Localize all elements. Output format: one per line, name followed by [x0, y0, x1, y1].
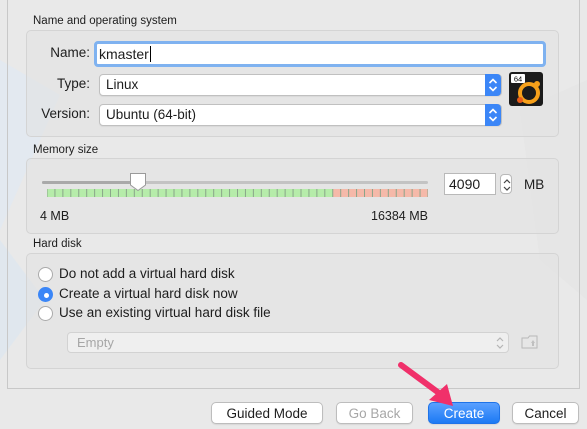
type-select-value: Linux: [106, 77, 139, 92]
memory-slider-track[interactable]: [42, 181, 428, 184]
name-label: Name:: [50, 45, 90, 60]
section-label-hard-disk: Hard disk: [33, 238, 82, 250]
memory-scale-ticks: [47, 189, 428, 197]
section-label-name-os: Name and operating system: [33, 15, 177, 27]
annotation-arrow-icon: [398, 362, 453, 406]
memory-slider-fill: [42, 181, 139, 184]
radio-button[interactable]: [38, 306, 53, 321]
chevron-updown-icon: [485, 104, 501, 126]
memory-stepper[interactable]: [500, 174, 512, 194]
disk-file-select: Empty: [67, 332, 509, 353]
radio-existing-disk-label: Use an existing virtual hard disk file: [59, 305, 271, 320]
guided-mode-button[interactable]: Guided Mode: [211, 402, 323, 424]
version-label: Version:: [41, 106, 90, 121]
version-select[interactable]: Ubuntu (64-bit): [99, 104, 502, 126]
version-select-value: Ubuntu (64-bit): [106, 107, 197, 122]
ubuntu-os-icon: 64: [509, 72, 543, 106]
memory-input[interactable]: 4090: [444, 173, 496, 195]
folder-icon: [521, 335, 538, 349]
name-input-value: kmaster: [99, 46, 149, 62]
stepper-arrows-icon: [503, 179, 511, 191]
memory-slider-thumb[interactable]: [129, 172, 147, 192]
memory-min-label: 4 MB: [40, 209, 70, 223]
name-input[interactable]: kmaster: [94, 41, 546, 67]
cancel-button[interactable]: Cancel: [512, 402, 579, 424]
section-label-memory: Memory size: [33, 144, 99, 156]
chevron-updown-icon: [496, 337, 504, 349]
radio-no-disk-label: Do not add a virtual hard disk: [59, 266, 235, 281]
disk-file-select-value: Empty: [77, 335, 114, 350]
radio-button[interactable]: [38, 287, 53, 302]
os-icon-badge: 64: [514, 75, 522, 84]
memory-max-label: 16384 MB: [371, 209, 428, 223]
type-label: Type:: [56, 76, 90, 91]
type-select[interactable]: Linux: [99, 74, 502, 96]
radio-button[interactable]: [38, 267, 53, 282]
radio-create-disk-label: Create a virtual hard disk now: [59, 286, 238, 301]
chevron-updown-icon: [485, 74, 501, 96]
memory-unit: MB: [524, 177, 545, 192]
